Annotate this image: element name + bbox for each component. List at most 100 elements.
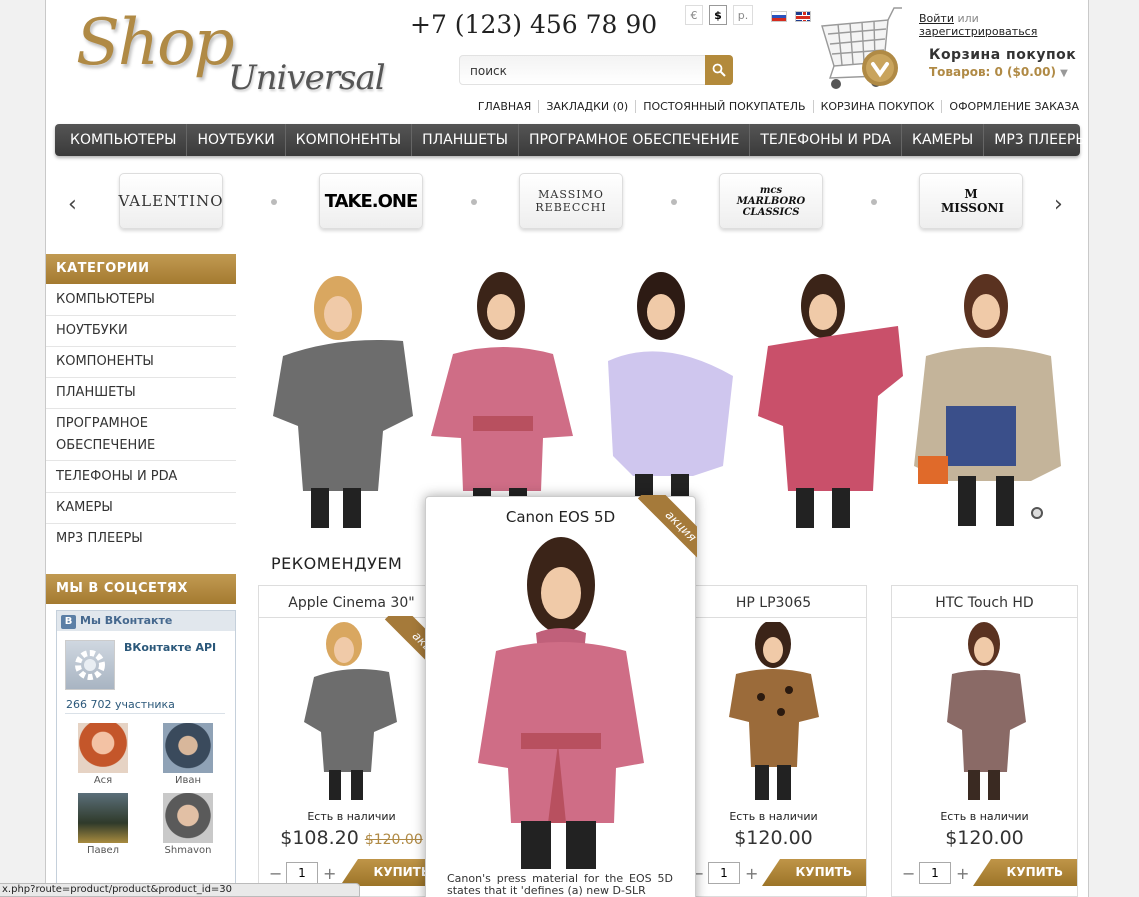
- brand-massimo[interactable]: MASSIMO REBECCHI: [519, 173, 623, 229]
- plus-icon[interactable]: +: [956, 864, 969, 883]
- price-current: $108.20: [280, 827, 359, 849]
- login-link[interactable]: Войти: [919, 12, 954, 25]
- quantity-input[interactable]: [919, 862, 951, 884]
- currency-ruble[interactable]: р.: [733, 5, 753, 25]
- popup-product-image[interactable]: [466, 533, 656, 869]
- carousel-prev-icon[interactable]: ‹: [68, 192, 77, 217]
- gear-icon: [75, 650, 105, 680]
- banner-model-image: [273, 276, 413, 528]
- flag-ru-icon[interactable]: [771, 11, 787, 22]
- buy-button[interactable]: КУПИТЬ: [973, 859, 1077, 886]
- page: Shop Universal +7 (123) 456 78 90 € $ р.: [45, 0, 1089, 897]
- phone-number: +7 (123) 456 78 90: [410, 10, 658, 39]
- minus-icon[interactable]: −: [269, 864, 282, 883]
- banner-model-image: [608, 272, 733, 526]
- product-price: $120.00: [892, 827, 1077, 849]
- product-name[interactable]: Apple Cinema 30": [259, 586, 444, 618]
- menu-item-phones[interactable]: ТЕЛЕФОНЫ И PDA: [750, 124, 902, 156]
- toplink-home[interactable]: ГЛАВНАЯ: [471, 100, 539, 113]
- stock-status: Есть в наличии: [940, 810, 1029, 823]
- vk-user[interactable]: Иван: [162, 723, 214, 786]
- currency-euro[interactable]: €: [685, 5, 703, 25]
- stock-status: Есть в наличии: [729, 810, 818, 823]
- register-link[interactable]: зарегистрироваться: [919, 25, 1037, 38]
- cart-count[interactable]: Товаров: 0 ($0.00) ▼: [929, 65, 1068, 79]
- carousel-next-icon[interactable]: ›: [1054, 192, 1063, 217]
- brand-takeone[interactable]: TAKE.ONE: [319, 173, 423, 229]
- browser-status-bar: x.php?route=product/product&product_id=3…: [0, 883, 360, 897]
- vk-user-name: Shmavon: [164, 845, 212, 856]
- carousel-separator: [871, 199, 877, 205]
- menu-item-computers[interactable]: КОМПЬЮТЕРЫ: [55, 124, 188, 156]
- price-current: $120.00: [945, 827, 1024, 849]
- brand-logo-takeone: TAKE.ONE: [324, 190, 419, 212]
- menu-item-laptops[interactable]: НОУТБУКИ: [187, 124, 286, 156]
- toplink-bookmarks[interactable]: ЗАКЛАДКИ (0): [538, 100, 635, 113]
- quantity-input[interactable]: [286, 862, 318, 884]
- menu-item-software[interactable]: ПРОГРАМНОЕ ОБЕСПЕЧЕНИЕ: [519, 124, 751, 156]
- avatar: [78, 723, 128, 773]
- toplink-checkout[interactable]: ОФОРМЛЕНИЕ ЗАКАЗА: [941, 100, 1079, 113]
- flag-en-icon[interactable]: [795, 11, 811, 22]
- quantity-input[interactable]: [708, 862, 740, 884]
- category-software[interactable]: ПРОГРАМНОЕ ОБЕСПЕЧЕНИЕ: [46, 413, 236, 461]
- product-price: $120.00: [681, 827, 866, 849]
- category-cameras[interactable]: КАМЕРЫ: [46, 497, 236, 524]
- plus-icon[interactable]: +: [745, 864, 758, 883]
- vk-user-name: Иван: [174, 775, 202, 786]
- product-quickview-popup[interactable]: Canon EOS 5D акция Canon's press materia…: [425, 495, 697, 897]
- quantity-stepper: − +: [902, 862, 969, 884]
- brand-logo-mcs: mcs MARLBORO CLASSICS: [736, 184, 806, 218]
- currency-dollar[interactable]: $: [709, 5, 727, 25]
- minus-icon[interactable]: −: [902, 864, 915, 883]
- vk-user-name: Ася: [93, 775, 113, 786]
- brand-mcs[interactable]: mcs MARLBORO CLASSICS: [719, 173, 823, 229]
- category-components[interactable]: КОМПОНЕНТЫ: [46, 351, 236, 378]
- category-phones[interactable]: ТЕЛЕФОНЫ И PDA: [46, 466, 236, 493]
- brand-logo-valentino: VALENTINO: [118, 192, 224, 210]
- category-tablets[interactable]: ПЛАНШЕТЫ: [46, 382, 236, 409]
- vk-header-text: Мы ВКонтакте: [80, 614, 173, 627]
- category-laptops[interactable]: НОУТБУКИ: [46, 320, 236, 347]
- menu-item-mp3[interactable]: MP3 ПЛЕЕРЫ: [984, 124, 1097, 156]
- recommended-heading: РЕКОМЕНДУЕМ: [271, 554, 403, 573]
- product-card: Apple Cinema 30" акция Есть в наличии $1…: [258, 585, 445, 897]
- search-button[interactable]: [705, 55, 733, 85]
- vk-user[interactable]: Shmavon: [162, 793, 214, 856]
- banner-model-image: [914, 274, 1061, 526]
- vk-group-name[interactable]: ВКонтакте API: [124, 641, 216, 654]
- vk-user[interactable]: Павел: [77, 793, 129, 856]
- toplink-account[interactable]: ПОСТОЯННЫЙ ПОКУПАТЕЛЬ: [635, 100, 812, 113]
- product-card: HP LP3065 Есть в наличии $120.00 − + КУП…: [680, 585, 867, 897]
- cart-title[interactable]: Корзина покупок: [929, 47, 1076, 63]
- vk-group-avatar[interactable]: [65, 640, 115, 690]
- carousel-separator: [671, 199, 677, 205]
- product-image[interactable]: [681, 622, 866, 802]
- menu-item-cameras[interactable]: КАМЕРЫ: [902, 124, 985, 156]
- category-mp3[interactable]: MP3 ПЛЕЕРЫ: [46, 528, 236, 555]
- brand-missoni[interactable]: M MISSONI: [919, 173, 1023, 229]
- brand-valentino[interactable]: VALENTINO: [118, 173, 224, 229]
- banner-model-image: [758, 274, 903, 528]
- menu-item-components[interactable]: КОМПОНЕНТЫ: [286, 124, 413, 156]
- menu-item-tablets[interactable]: ПЛАНШЕТЫ: [412, 124, 519, 156]
- vk-member-count[interactable]: 266 702 участника: [66, 698, 175, 711]
- shopping-cart-icon[interactable]: [818, 4, 904, 92]
- buy-button[interactable]: КУПИТЬ: [762, 859, 866, 886]
- search-input[interactable]: [470, 61, 700, 81]
- category-computers[interactable]: КОМПЬЮТЕРЫ: [46, 289, 236, 316]
- vk-header[interactable]: B Мы ВКонтакте: [57, 611, 235, 631]
- product-card: HTC Touch HD Есть в наличии $120.00 − + …: [891, 585, 1078, 897]
- search-box: [459, 55, 733, 85]
- product-image[interactable]: [892, 622, 1077, 802]
- product-name[interactable]: HTC Touch HD: [892, 586, 1077, 618]
- plus-icon[interactable]: +: [323, 864, 336, 883]
- slider-pager-dot[interactable]: [1031, 507, 1043, 519]
- product-name[interactable]: HP LP3065: [681, 586, 866, 618]
- quantity-stepper: − +: [691, 862, 758, 884]
- toplink-cart[interactable]: КОРЗИНА ПОКУПОК: [812, 100, 942, 113]
- hero-banner[interactable]: [258, 262, 1076, 534]
- vk-user[interactable]: Ася: [77, 723, 129, 786]
- site-logo[interactable]: Shop Universal: [76, 6, 396, 101]
- auth-or: или: [957, 12, 979, 25]
